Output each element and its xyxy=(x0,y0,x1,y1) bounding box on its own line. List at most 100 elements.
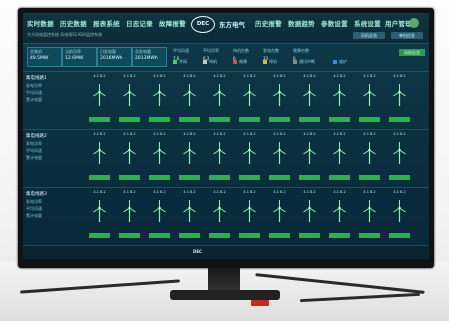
nav-item[interactable]: 报表系统 xyxy=(93,18,120,28)
turbine-readout: 4.1 8.2 xyxy=(243,190,256,194)
turbine-tile[interactable]: 4.1 8.2 xyxy=(389,74,410,126)
turbine-status-bar xyxy=(179,175,200,180)
turbine-tile[interactable]: 4.1 8.2 xyxy=(89,74,110,126)
turbine-readout: 4.1 8.2 xyxy=(363,74,376,78)
nav-item[interactable]: 用户管理 xyxy=(385,18,412,28)
nav-item[interactable]: 历史数据 xyxy=(60,18,87,28)
overview-toggle-button[interactable]: 风机总览 xyxy=(399,49,425,56)
turbine-status-bar xyxy=(239,117,260,122)
turbine-tile[interactable]: 4.1 8.2 xyxy=(149,190,170,242)
legend-item: 故障 xyxy=(233,59,247,65)
turbine-tile[interactable]: 4.1 8.2 xyxy=(149,132,170,184)
turbine-readout: 4.1 8.2 xyxy=(183,74,196,78)
turbine-readout: 4.1 8.2 xyxy=(213,74,226,78)
turbine-tile[interactable]: 4.1 8.2 xyxy=(389,190,410,242)
turbine-tile[interactable]: 4.1 8.2 xyxy=(209,190,230,242)
turbine-tile[interactable]: 4.1 8.2 xyxy=(119,74,140,126)
turbine-tile[interactable]: 4.1 8.2 xyxy=(359,132,380,184)
turbine-tile[interactable]: 4.1 8.2 xyxy=(329,132,350,184)
monitor-stand xyxy=(208,268,240,292)
turbine-readout: 4.1 8.2 xyxy=(243,74,256,78)
feeder-group: 集电线路2 发电功率 平均风速 累计电量 4.1 8.2 4.1 8.2 4.1 8… xyxy=(23,129,429,188)
nav-item[interactable]: 历史报警 xyxy=(255,18,282,28)
turbine-tile[interactable]: 4.1 8.2 xyxy=(89,132,110,184)
turbine-status-bar xyxy=(209,175,230,180)
turbine-tile[interactable]: 4.1 8.2 xyxy=(299,74,320,126)
turbine-tile[interactable]: 4.1 8.2 xyxy=(209,74,230,126)
legend-item: 维护 xyxy=(333,59,347,65)
turbine-tile[interactable]: 4.1 8.2 xyxy=(389,132,410,184)
turbine-readout: 4.1 8.2 xyxy=(393,74,406,78)
summary-row: 总装机 49.5MW 当前功率 12.6MW 日发电量 2016MWh 总发电量… xyxy=(23,47,429,69)
wind-turbine-icon xyxy=(93,200,106,222)
turbine-tile[interactable]: 4.1 8.2 xyxy=(359,74,380,126)
nav-item[interactable]: 实时数据 xyxy=(27,18,54,28)
monitor-base xyxy=(170,290,280,300)
turbine-status-bar xyxy=(89,233,110,238)
nav-item[interactable]: 故障报警 xyxy=(159,18,186,28)
wind-turbine-icon xyxy=(93,84,106,106)
turbine-tile[interactable]: 4.1 8.2 xyxy=(119,190,140,242)
nav-item[interactable]: 参数设置 xyxy=(321,18,348,28)
wind-turbine-icon xyxy=(183,84,196,106)
turbine-tile[interactable]: 4.1 8.2 xyxy=(239,74,260,126)
wind-turbine-icon xyxy=(243,142,256,164)
turbine-status-bar xyxy=(329,175,350,180)
unit-info-button[interactable]: 单机信息 xyxy=(391,32,423,39)
turbine-status-bar xyxy=(299,175,320,180)
turbine-tile[interactable]: 4.1 8.2 xyxy=(179,74,200,126)
turbine-tile[interactable]: 4.1 8.2 xyxy=(269,132,290,184)
overview-button[interactable]: 风机总览 xyxy=(353,32,385,39)
legend-item: 停机 xyxy=(263,59,277,65)
turbine-status-bar xyxy=(119,233,140,238)
turbine-tile[interactable]: 4.1 8.2 xyxy=(239,132,260,184)
turbine-readout: 4.1 8.2 xyxy=(333,132,346,136)
turbine-tile[interactable]: 4.1 8.2 xyxy=(269,74,290,126)
turbine-tile[interactable]: 4.1 8.2 xyxy=(269,190,290,242)
group-label: 集电线路1 发电功率 平均风速 累计电量 xyxy=(26,76,47,102)
stat-box: 当前功率 12.6MW xyxy=(62,47,97,67)
nav-item[interactable]: 数据趋势 xyxy=(288,18,315,28)
feeder-group: 集电线路3 发电功率 平均风速 累计电量 4.1 8.2 4.1 8.2 4.1 8… xyxy=(23,187,429,246)
footer-brand: DEC xyxy=(193,249,202,254)
turbine-status-bar xyxy=(89,117,110,122)
turbine-readout: 4.1 8.2 xyxy=(273,190,286,194)
turbine-tile[interactable]: 4.1 8.2 xyxy=(179,132,200,184)
brand-name: 东方电气 xyxy=(219,21,245,29)
turbine-status-bar xyxy=(239,175,260,180)
wind-turbine-icon xyxy=(273,84,286,106)
turbine-readout: 4.1 8.2 xyxy=(123,132,136,136)
turbine-tile[interactable]: 4.1 8.2 xyxy=(119,132,140,184)
turbine-tile[interactable]: 4.1 8.2 xyxy=(239,190,260,242)
nav-item[interactable]: 日志记录 xyxy=(126,18,153,28)
turbine-tile[interactable]: 4.1 8.2 xyxy=(179,190,200,242)
turbine-tile[interactable]: 4.1 8.2 xyxy=(299,132,320,184)
top-navigation-bar: 实时数据 历史数据 报表系统 日志记录 故障报警 DEC 东方电气 历史报警 数… xyxy=(23,13,429,44)
turbine-readout: 4.1 8.2 xyxy=(153,132,166,136)
turbine-tile[interactable]: 4.1 8.2 xyxy=(149,74,170,126)
turbine-status-bar xyxy=(269,233,290,238)
turbine-tile[interactable]: 4.1 8.2 xyxy=(89,190,110,242)
nav-item[interactable]: 系统设置 xyxy=(354,18,381,28)
wind-turbine-icon xyxy=(153,142,166,164)
turbine-tile[interactable]: 4.1 8.2 xyxy=(299,190,320,242)
legend-item: 通讯中断 xyxy=(293,59,315,65)
turbine-status-bar xyxy=(389,233,410,238)
brand-logo: DEC xyxy=(191,16,215,33)
turbine-readout: 4.1 8.2 xyxy=(363,190,376,194)
turbine-tile[interactable]: 4.1 8.2 xyxy=(359,190,380,242)
turbine-tile[interactable]: 4.1 8.2 xyxy=(329,74,350,126)
wind-turbine-icon xyxy=(273,142,286,164)
turbine-readout: 4.1 8.2 xyxy=(153,190,166,194)
turbine-tile[interactable]: 4.1 8.2 xyxy=(329,190,350,242)
wind-turbine-icon xyxy=(213,200,226,222)
stat-box: 日发电量 2016MWh xyxy=(97,47,132,67)
turbine-tile[interactable]: 4.1 8.2 xyxy=(209,132,230,184)
turbine-status-bar xyxy=(149,233,170,238)
wind-turbine-icon xyxy=(363,200,376,222)
turbine-status-bar xyxy=(149,175,170,180)
stat-box: 总发电量 2013MWh xyxy=(132,47,167,67)
wind-turbine-icon xyxy=(123,84,136,106)
turbine-status-bar xyxy=(209,233,230,238)
avatar[interactable] xyxy=(409,18,419,28)
